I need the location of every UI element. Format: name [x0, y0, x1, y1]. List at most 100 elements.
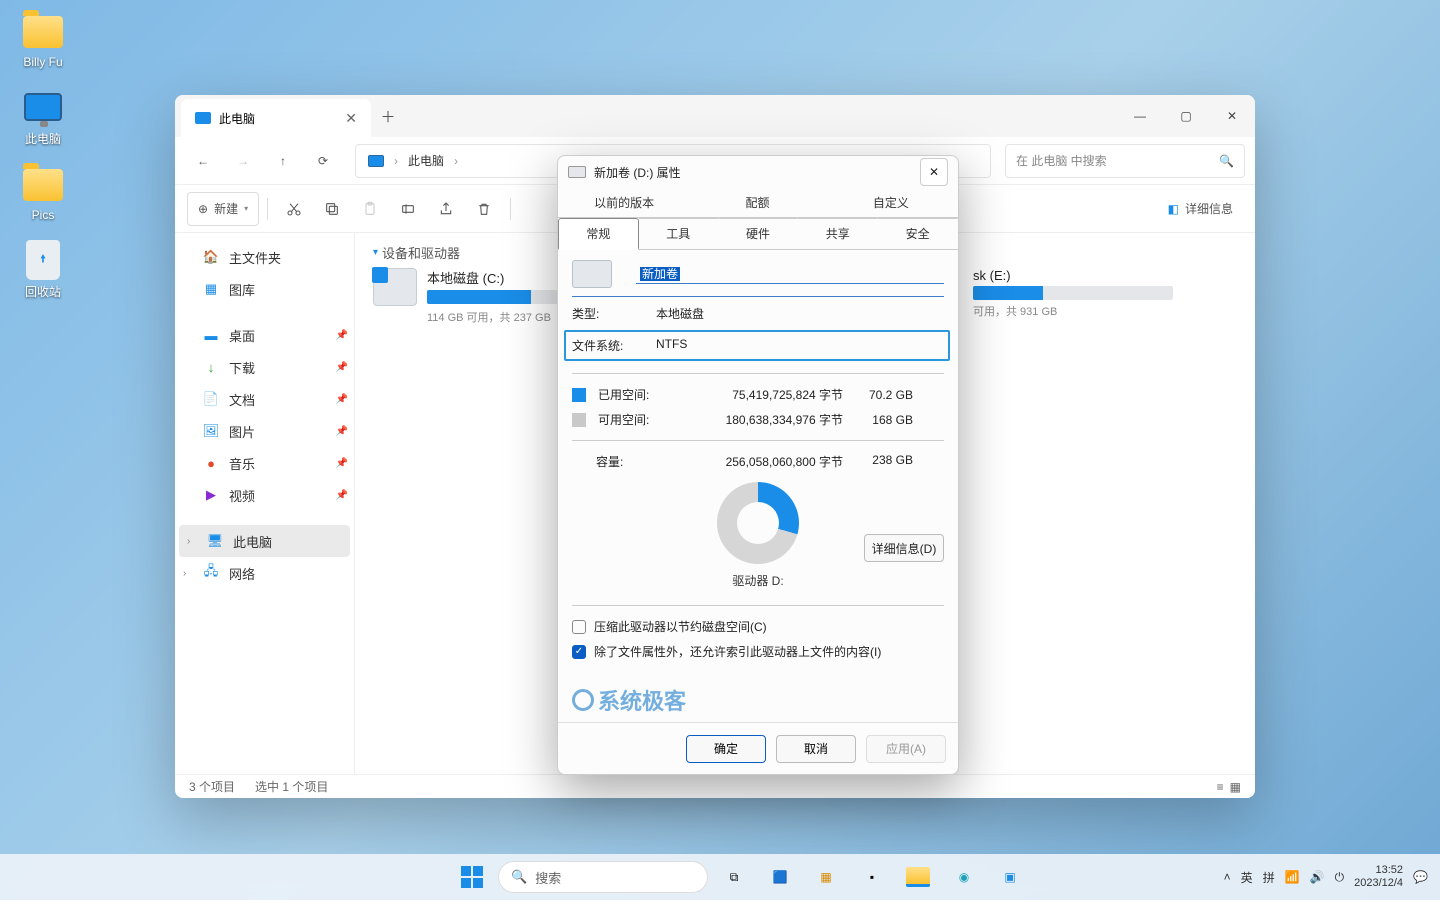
monitor-icon: [195, 112, 211, 124]
pin-icon: 📌: [336, 362, 348, 373]
nav-network[interactable]: ›🖧网络: [175, 557, 354, 589]
desktop-icon-pics[interactable]: Pics: [8, 165, 78, 222]
search-input[interactable]: 在 此电脑 中搜索 🔍: [1005, 144, 1245, 178]
tab-sharing[interactable]: 共享: [798, 218, 878, 249]
search-icon: 🔍: [511, 869, 527, 885]
windows-icon: [461, 866, 483, 888]
tab-close-icon[interactable]: ✕: [345, 110, 357, 127]
nav-home[interactable]: 🏠 主文件夹: [175, 241, 354, 273]
taskbar-app-explorer[interactable]: [898, 857, 938, 897]
close-button[interactable]: ✕: [920, 158, 948, 186]
apply-button[interactable]: 应用(A): [866, 735, 946, 763]
disk-details-button[interactable]: 详细信息(D): [864, 534, 944, 562]
group-label: 设备和驱动器: [382, 243, 460, 262]
taskbar-app-preview[interactable]: ▦: [806, 857, 846, 897]
taskbar-app-store[interactable]: ▣: [990, 857, 1030, 897]
free-gb: 168 GB: [853, 413, 913, 427]
type-label: 类型:: [572, 305, 656, 322]
start-button[interactable]: [452, 857, 492, 897]
notification-icon[interactable]: 💬: [1413, 870, 1428, 884]
filesystem-value: NTFS: [656, 337, 942, 354]
pin-icon: 📌: [336, 426, 348, 437]
tab-previous-versions[interactable]: 以前的版本: [558, 188, 691, 217]
taskbar-app-edge[interactable]: ◉: [944, 857, 984, 897]
new-tab-button[interactable]: ＋: [371, 95, 405, 137]
capacity-bytes: 256,058,060,800 字节: [688, 453, 843, 470]
drive-icon: [572, 260, 612, 288]
nav-videos[interactable]: ▶视频📌: [175, 479, 354, 511]
desktop-icon-user[interactable]: Billy Fu: [8, 12, 78, 69]
minimize-button[interactable]: —: [1117, 95, 1163, 137]
drive-name: sk (E:): [973, 268, 1173, 283]
cancel-button[interactable]: 取消: [776, 735, 856, 763]
tab-general[interactable]: 常规: [558, 218, 639, 250]
nav-thispc[interactable]: ›🖥此电脑: [179, 525, 350, 557]
taskbar-search[interactable]: 🔍搜索: [498, 861, 708, 893]
ime-lang[interactable]: 英: [1241, 869, 1253, 886]
nav-downloads[interactable]: ↓下载📌: [175, 351, 354, 383]
ime-mode[interactable]: 拼: [1263, 869, 1275, 886]
used-swatch-icon: [572, 388, 586, 402]
refresh-button[interactable]: ⟳: [305, 145, 341, 177]
compress-checkbox-row[interactable]: 压缩此驱动器以节约磁盘空间(C): [572, 618, 944, 635]
dialog-footer: 确定 取消 应用(A): [558, 722, 958, 774]
grid-view-icon[interactable]: ▦: [1230, 780, 1241, 794]
tab-thispc[interactable]: 此电脑 ✕: [181, 99, 371, 137]
clock[interactable]: 13:52 2023/12/4: [1354, 864, 1403, 890]
tray-chevron-icon[interactable]: ˄: [1224, 870, 1231, 884]
back-button[interactable]: ←: [185, 145, 221, 177]
navigation-pane: 🏠主文件夹 ▦图库 ▬桌面📌 ↓下载📌 📄文档📌 🖼图片📌 ●音乐📌 ▶视频📌 …: [175, 233, 355, 774]
drive-e[interactable]: sk (E:) 可用，共 931 GB: [973, 268, 1233, 325]
taskbar-app-copilot[interactable]: 🟦: [760, 857, 800, 897]
nav-library[interactable]: ▦图库: [175, 273, 354, 305]
ok-button[interactable]: 确定: [686, 735, 766, 763]
nav-label: 主文件夹: [229, 248, 281, 267]
desktop-icon-recycle[interactable]: 回收站: [8, 240, 78, 300]
tab-security[interactable]: 安全: [878, 218, 958, 249]
volume-icon[interactable]: 🔊: [1310, 870, 1325, 884]
nav-pictures[interactable]: 🖼图片📌: [175, 415, 354, 447]
share-button[interactable]: [428, 192, 464, 226]
checkbox-icon[interactable]: ✓: [572, 645, 586, 659]
new-button[interactable]: ⊕新建▾: [187, 192, 259, 226]
details-view-button[interactable]: ◧详细信息: [1158, 192, 1243, 226]
status-selected: 选中 1 个项目: [255, 778, 328, 795]
dialog-titlebar: 新加卷 (D:) 属性 ✕: [558, 156, 958, 188]
tab-quota[interactable]: 配额: [691, 188, 824, 217]
delete-button[interactable]: [466, 192, 502, 226]
close-button[interactable]: ✕: [1209, 95, 1255, 137]
volume-name-input[interactable]: 新加卷: [636, 264, 944, 284]
task-view-button[interactable]: ⧉: [714, 857, 754, 897]
copy-button[interactable]: [314, 192, 350, 226]
checkbox-icon[interactable]: [572, 620, 586, 634]
used-gb: 70.2 GB: [853, 388, 913, 402]
desktop-icon-thispc[interactable]: 此电脑: [8, 87, 78, 147]
nav-label: 网络: [229, 564, 255, 583]
list-view-icon[interactable]: ≡: [1217, 780, 1224, 794]
network-icon[interactable]: ⏻: [1335, 870, 1345, 885]
paste-button[interactable]: [352, 192, 388, 226]
maximize-button[interactable]: ▢: [1163, 95, 1209, 137]
tab-customize[interactable]: 自定义: [825, 188, 958, 217]
rename-button[interactable]: [390, 192, 426, 226]
tab-tools[interactable]: 工具: [639, 218, 719, 249]
wifi-icon[interactable]: 📶: [1285, 870, 1300, 884]
index-checkbox-row[interactable]: ✓ 除了文件属性外，还允许索引此驱动器上文件的内容(I): [572, 643, 944, 660]
cut-button[interactable]: [276, 192, 312, 226]
pin-icon: 📌: [336, 394, 348, 405]
free-label: 可用空间:: [598, 411, 678, 428]
nav-documents[interactable]: 📄文档📌: [175, 383, 354, 415]
forward-button[interactable]: →: [225, 145, 261, 177]
tab-hardware[interactable]: 硬件: [719, 218, 799, 249]
taskbar-app-terminal[interactable]: ▪: [852, 857, 892, 897]
nav-desktop[interactable]: ▬桌面📌: [175, 319, 354, 351]
folder-icon: [906, 867, 930, 887]
nav-music[interactable]: ●音乐📌: [175, 447, 354, 479]
nav-label: 视频: [229, 486, 255, 505]
capacity-bar: [973, 286, 1173, 300]
folder-icon: [23, 16, 63, 48]
up-button[interactable]: ↑: [265, 145, 301, 177]
nav-label: 桌面: [229, 326, 255, 345]
desktop-icon: ▬: [203, 327, 219, 343]
home-icon: 🏠: [203, 249, 219, 265]
